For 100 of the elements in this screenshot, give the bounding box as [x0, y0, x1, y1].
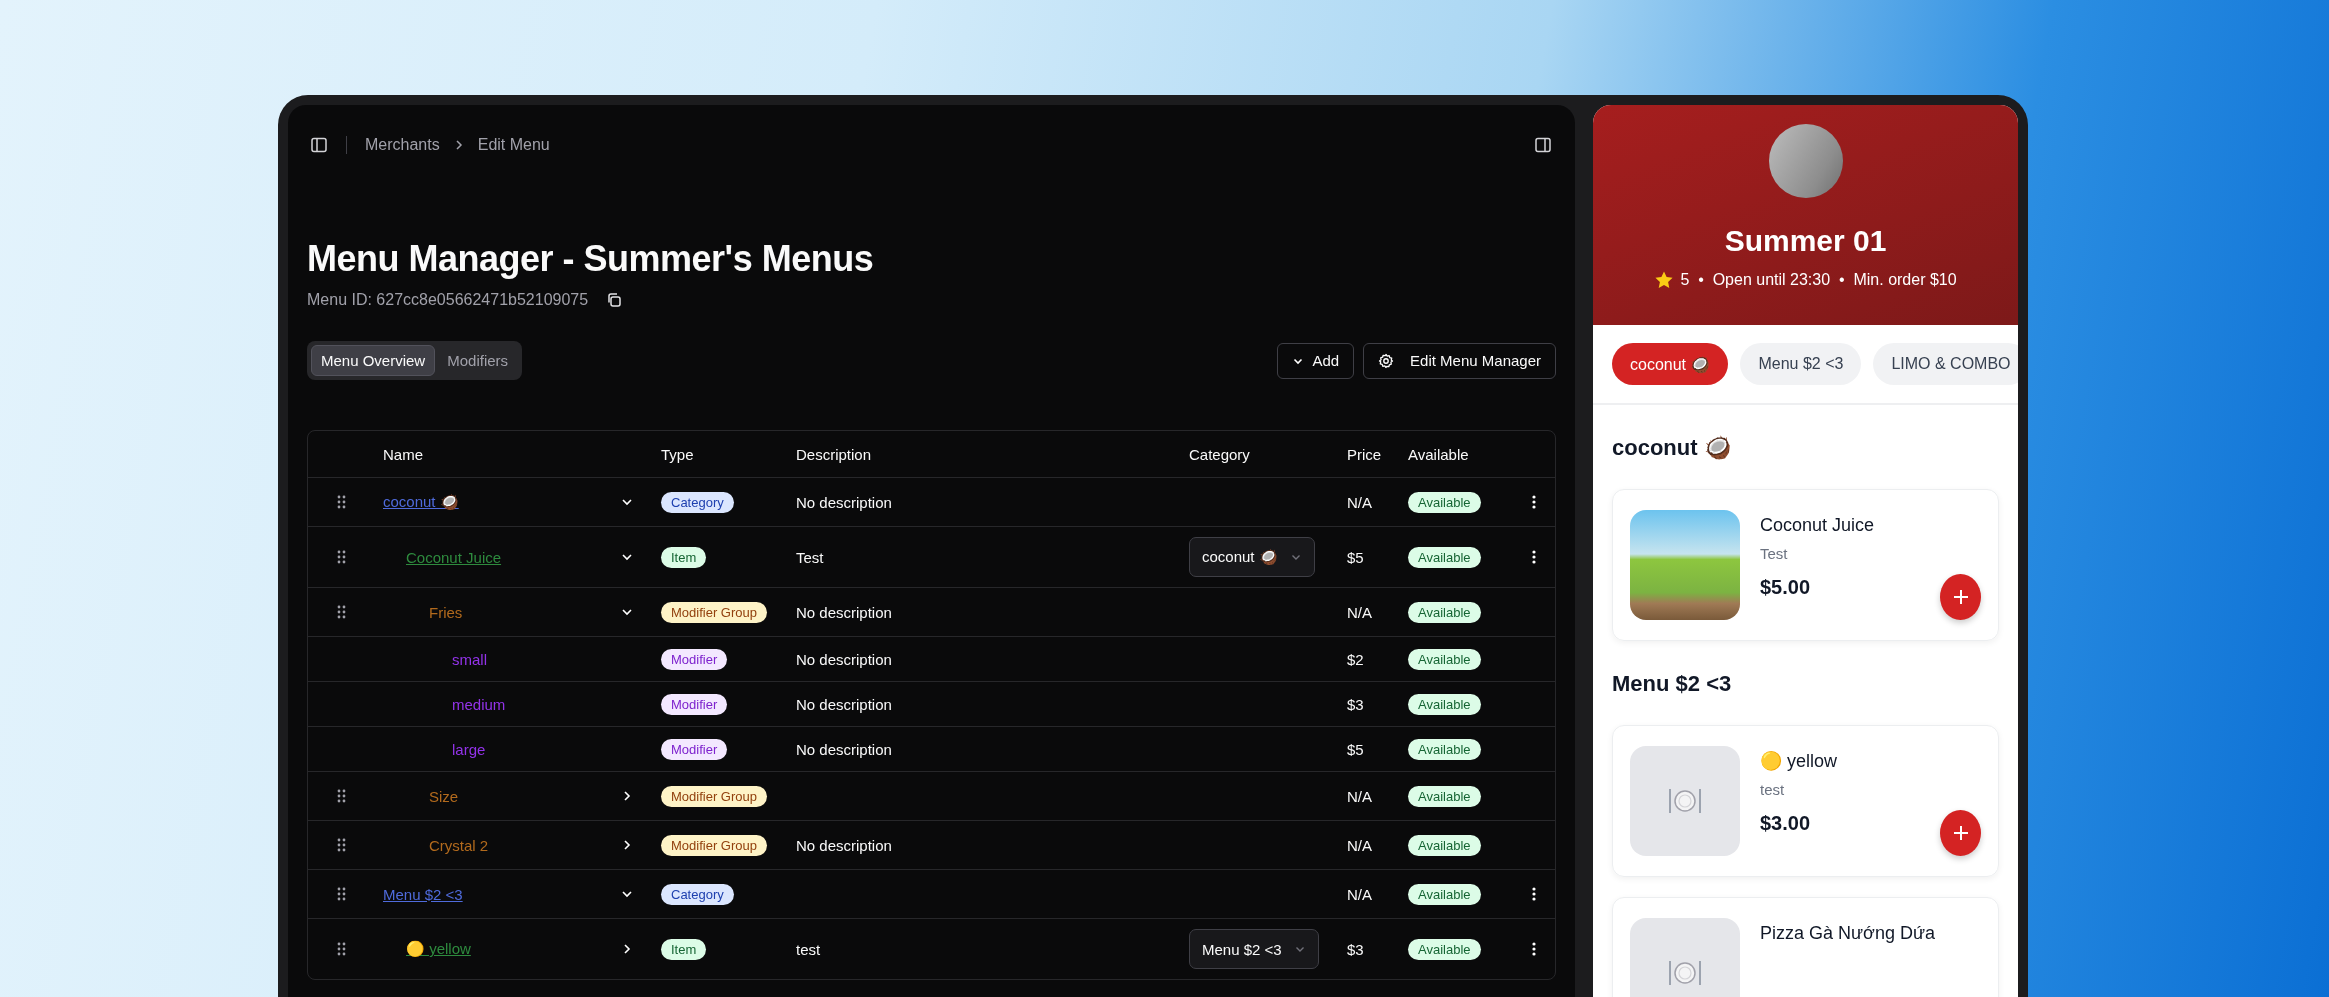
- availability-badge: Available: [1408, 938, 1481, 960]
- category-chip[interactable]: LIMO & COMBO: [1873, 343, 2018, 385]
- drag-handle-icon[interactable]: [336, 495, 346, 509]
- type-badge: Modifier: [661, 693, 728, 715]
- more-icon: [1532, 887, 1536, 901]
- category-link[interactable]: coconut 🥥: [383, 493, 459, 510]
- section-title: Menu $2 <3: [1612, 671, 1733, 697]
- availability-badge: Available: [1408, 738, 1481, 760]
- description-text: No description: [796, 836, 892, 854]
- availability-badge: Available: [1408, 785, 1481, 807]
- drag-handle-icon[interactable]: [336, 838, 346, 852]
- chevron-icon: [621, 496, 633, 508]
- tab[interactable]: Menu Overview: [311, 345, 436, 376]
- tab[interactable]: Modifiers: [437, 345, 519, 376]
- chevron-icon: [621, 790, 633, 802]
- drag-handle-icon[interactable]: [336, 550, 346, 564]
- add-button[interactable]: Add: [1277, 342, 1355, 379]
- product-card[interactable]: 🟡 yellow test $3.00: [1612, 725, 1999, 877]
- drag-handle-icon[interactable]: [336, 942, 346, 956]
- item-link[interactable]: 🟡 yellow: [406, 940, 471, 957]
- modifier-group-name: Size: [429, 787, 459, 805]
- product-name: 🟡 yellow: [1760, 750, 1839, 773]
- type-badge: Item: [661, 546, 707, 568]
- product-name: Coconut Juice: [1760, 514, 1876, 537]
- sidebar-toggle-icon[interactable]: [310, 136, 328, 154]
- chevron-icon: [621, 888, 633, 900]
- type-badge: Modifier Group: [661, 601, 767, 623]
- category-select[interactable]: coconut 🥥: [1189, 537, 1315, 577]
- type-badge: Category: [661, 491, 734, 513]
- chevron-right-icon: [453, 139, 464, 151]
- price-text: N/A: [1347, 787, 1372, 805]
- plus-icon: [1951, 824, 1970, 842]
- type-badge: Category: [661, 883, 734, 905]
- drag-handle-icon[interactable]: [336, 789, 346, 803]
- availability-badge: Available: [1408, 648, 1481, 670]
- menu-id: Menu ID: 627cc8e05662471b52109075: [307, 291, 589, 309]
- panel-toggle-icon[interactable]: [1534, 136, 1552, 154]
- product-card[interactable]: Pizza Gà Nướng Dứa: [1612, 897, 1999, 997]
- availability-badge: Available: [1408, 834, 1481, 856]
- add-to-cart-button[interactable]: [1940, 810, 1981, 856]
- product-name: Pizza Gà Nướng Dứa: [1760, 922, 1936, 945]
- column-header: Name: [382, 445, 424, 463]
- item-link[interactable]: Coconut Juice: [406, 548, 502, 566]
- edit-menu-manager-button[interactable]: Edit Menu Manager: [1363, 342, 1556, 379]
- page-title: Menu Manager - Summer's Menus: [307, 237, 875, 281]
- breadcrumb-link[interactable]: Merchants: [365, 136, 440, 154]
- plus-icon: [1951, 588, 1970, 606]
- store-name: Summer 01: [1724, 224, 1887, 258]
- drag-handle-icon[interactable]: [336, 605, 346, 619]
- type-badge: Modifier Group: [661, 785, 767, 807]
- availability-badge: Available: [1408, 601, 1481, 623]
- description-text: No description: [796, 650, 892, 668]
- description-text: test: [796, 940, 821, 958]
- description-text: No description: [796, 493, 892, 511]
- modifier-name: large: [452, 740, 486, 758]
- product-price: $3.00: [1760, 812, 1812, 835]
- column-header: Price: [1347, 445, 1383, 463]
- section-title: coconut 🥥: [1612, 435, 1732, 461]
- product-price: $5.00: [1760, 576, 1812, 599]
- copy-icon[interactable]: [606, 292, 623, 308]
- settings-icon: [1378, 352, 1395, 369]
- more-icon: [1532, 495, 1536, 509]
- description-text: No description: [796, 740, 892, 758]
- category-chip[interactable]: coconut 🥥: [1612, 343, 1729, 385]
- category-select[interactable]: Menu $2 <3: [1189, 929, 1319, 969]
- availability-badge: Available: [1408, 491, 1481, 513]
- product-description: Test: [1760, 545, 1789, 562]
- chevron-icon: [621, 943, 633, 955]
- category-chip[interactable]: Menu $2 <3: [1740, 343, 1862, 385]
- price-text: N/A: [1347, 603, 1372, 621]
- column-header: Available: [1408, 445, 1470, 463]
- type-badge: Modifier: [661, 738, 728, 760]
- type-badge: Modifier: [661, 648, 728, 670]
- price-text: $5: [1347, 548, 1364, 566]
- description-text: Test: [796, 548, 824, 566]
- availability-badge: Available: [1408, 546, 1481, 568]
- category-link[interactable]: Menu $2 <3: [383, 885, 463, 903]
- description-text: No description: [796, 603, 892, 621]
- plate-icon: [1667, 786, 1703, 816]
- more-icon: [1532, 942, 1536, 956]
- modifier-group-name: Crystal 2: [429, 836, 489, 854]
- modifier-group-name: Fries: [429, 603, 463, 621]
- price-text: N/A: [1347, 493, 1372, 511]
- chevron-icon: [621, 606, 633, 618]
- product-card[interactable]: Coconut Juice Test $5.00: [1612, 489, 1999, 641]
- chevron-icon: [621, 551, 633, 563]
- description-text: No description: [796, 695, 892, 713]
- availability-badge: Available: [1408, 883, 1481, 905]
- column-header: Description: [796, 445, 873, 463]
- price-text: $3: [1347, 695, 1364, 713]
- drag-handle-icon[interactable]: [336, 887, 346, 901]
- store-info: 5 • Open until 23:30 • Min. order $10: [1680, 271, 1957, 289]
- price-text: $2: [1347, 650, 1364, 668]
- availability-badge: Available: [1408, 693, 1481, 715]
- breadcrumb-link[interactable]: Edit Menu: [477, 136, 550, 154]
- chevron-icon: [621, 839, 633, 851]
- price-text: N/A: [1347, 885, 1372, 903]
- column-header: Category: [1189, 445, 1251, 463]
- add-to-cart-button[interactable]: [1940, 574, 1981, 620]
- price-text: N/A: [1347, 836, 1372, 854]
